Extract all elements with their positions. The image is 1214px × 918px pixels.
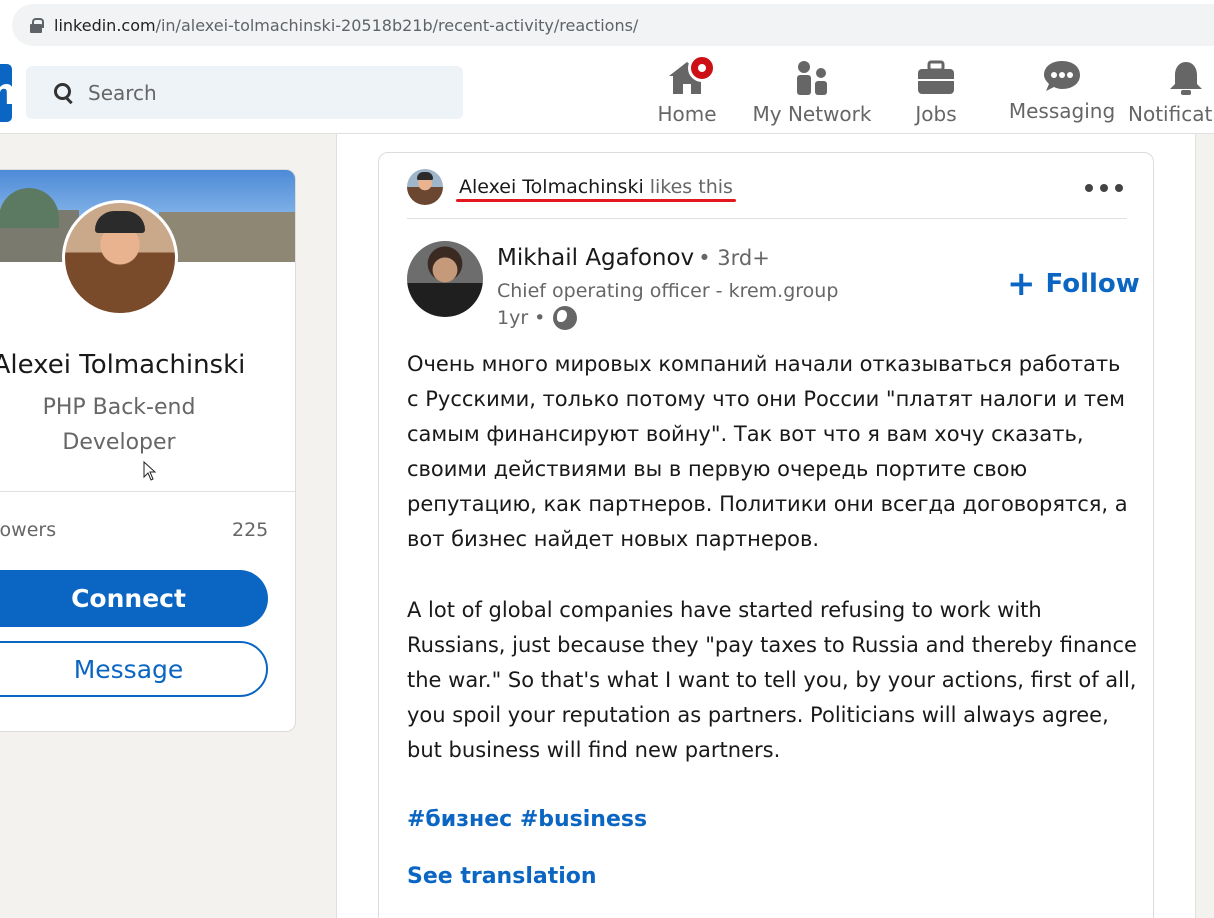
post-text-russian: Очень много мировых компаний начали отка… [407,352,1128,551]
cover-building-right [159,212,295,262]
browser-url-bar: linkedin.com/in/alexei-tolmachinski-2051… [0,0,1214,52]
post-time: 1yr • [497,307,546,329]
message-button[interactable]: Message [0,641,268,697]
profile-headline: PHP Back-end Developer [42,395,196,455]
post-timestamp: 1yr • [497,306,578,330]
lock-icon[interactable] [30,17,44,33]
nav-my-network[interactable]: My Network [752,52,872,134]
divider [407,218,1127,219]
address-field[interactable]: linkedin.com/in/alexei-tolmachinski-2051… [12,4,1214,46]
linkedin-logo[interactable]: in [0,64,12,122]
plus-icon: + [1007,264,1036,304]
url-host: linkedin.com [54,15,156,35]
nav-messaging[interactable]: Messaging [1008,52,1116,134]
post-hashtags[interactable]: #бизнес #business [407,807,647,832]
profile-name: Alexei Tolmachinski [0,350,246,380]
follow-button[interactable]: + Follow [1007,264,1140,304]
nav-my-network-label: My Network [752,102,872,126]
profile-photo [65,203,175,313]
author-name-row: Mikhail Agafonov • 3rd+ [497,245,770,271]
top-nav: in Home My Network Jobs [0,52,1214,134]
activity-actor-name[interactable]: Alexei Tolmachinski [459,176,644,198]
followers-count: 225 [232,519,269,541]
author-name[interactable]: Mikhail Agafonov [497,245,694,271]
followers-label: llowers [0,519,57,541]
mouse-cursor-icon [143,461,157,481]
actor-avatar[interactable] [407,169,443,205]
bell-icon [1170,62,1202,95]
search-icon [54,82,74,103]
nav-notifications[interactable]: Notificatio [1128,52,1214,134]
briefcase-icon [918,60,954,94]
nav-home[interactable]: Home [650,52,724,134]
notification-badge [688,54,716,82]
search-box[interactable] [26,66,463,119]
more-options-icon[interactable] [1085,183,1123,193]
url-path: /in/alexei-tolmachinski-20518b21b/recent… [155,15,639,35]
post-text-english: A lot of global companies have started r… [407,598,1137,762]
cover-dome [0,188,59,228]
profile-avatar[interactable] [62,200,178,316]
globe-icon [553,306,578,330]
nav-jobs-label: Jobs [915,102,957,126]
connection-degree: • 3rd+ [698,246,770,270]
network-icon [797,61,827,95]
nav-messaging-label: Messaging [1008,99,1116,123]
nav-home-label: Home [657,102,717,126]
feed-post-card: Alexei Tolmachinski likes this Mikhail A… [378,152,1154,918]
follow-label: Follow [1045,269,1140,299]
profile-card: Alexei Tolmachinski PHP Back-end Develop… [0,169,296,732]
search-input[interactable] [88,80,428,105]
nav-jobs[interactable]: Jobs [900,52,972,134]
nav-notifications-label: Notificatio [1128,102,1214,126]
see-translation-link[interactable]: See translation [407,864,597,889]
messaging-icon [1044,61,1080,91]
divider [0,491,295,492]
author-headline: Chief operating officer - krem.group [497,280,839,302]
red-highlight-underline [456,199,736,202]
connect-button[interactable]: Connect [0,570,268,627]
author-avatar[interactable] [407,241,483,317]
activity-action: likes this [649,176,733,198]
